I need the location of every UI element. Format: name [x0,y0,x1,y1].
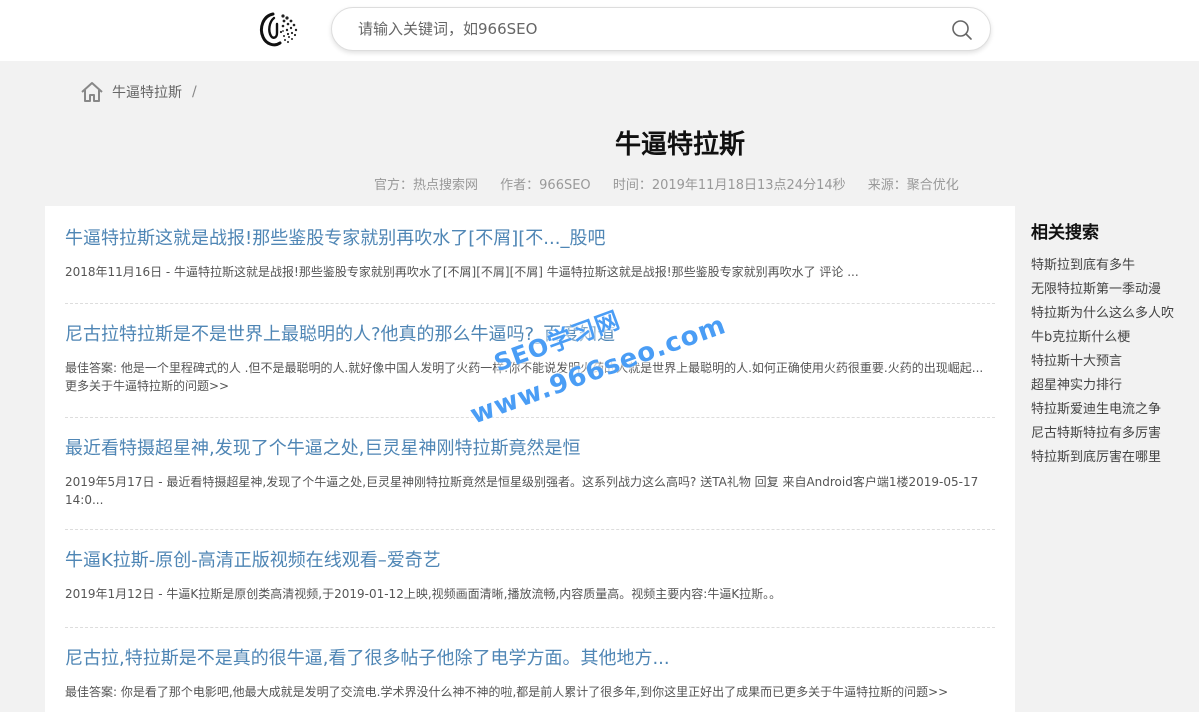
breadcrumb: 牛逼特拉斯 / [80,80,197,104]
article-meta: 官方：热点搜索网 作者：966SEO 时间：2019年11月18日13点24分1… [374,174,977,193]
result-description: 2018年11月16日 - 牛逼特拉斯这就是战报!那些鉴股专家就别再吹水了[不屑… [65,265,859,279]
related-searches-heading: 相关搜索 [1031,223,1099,243]
meta-author: 作者：966SEO [500,178,591,193]
related-search-link[interactable]: 特斯拉到底有多牛 [1031,254,1199,278]
home-icon[interactable] [80,81,104,103]
meta-time: 时间：2019年11月18日13点24分14秒 [612,178,846,193]
related-search-link[interactable]: 特拉斯到底厉害在哪里 [1031,446,1199,470]
breadcrumb-separator: / [192,84,197,100]
search-box [331,7,991,51]
result-title-link[interactable]: 尼古拉特拉斯是不是世界上最聪明的人?他真的那么牛逼吗?_百度知道 [65,320,995,346]
result-item: 最近看特摄超星神,发现了个牛逼之处,巨灵星神刚特拉斯竟然是恒 2019年5月17… [65,434,995,509]
breadcrumb-item[interactable]: 牛逼特拉斯 [112,82,182,102]
result-description: 2019年1月12日 - 牛逼K拉斯是原创类高清视频,于2019-01-12上映… [65,587,782,601]
divider [65,303,995,304]
related-search-link[interactable]: 尼古特斯特拉有多厉害 [1031,422,1199,446]
result-item: 牛逼特拉斯这就是战报!那些鉴股专家就别再吹水了[不屑][不..._股吧 2018… [65,224,995,281]
related-search-link[interactable]: 特拉斯爱迪生电流之争 [1031,398,1199,422]
meta-official: 官方：热点搜索网 [374,178,479,193]
divider [65,417,995,418]
related-search-link[interactable]: 特拉斯十大预言 [1031,350,1199,374]
top-header [0,0,1199,61]
meta-source: 来源：聚合优化 [867,178,959,193]
related-search-link[interactable]: 特拉斯为什么这么多人吹 [1031,302,1199,326]
search-icon[interactable] [950,18,974,42]
result-item: 牛逼K拉斯-原创-高清正版视频在线观看–爱奇艺 2019年1月12日 - 牛逼K… [65,546,995,603]
page-title: 牛逼特拉斯 [614,130,745,160]
site-logo[interactable] [257,6,303,52]
result-item: 尼古拉,特拉斯是不是真的很牛逼,看了很多帖子他除了电学方面。其他地方... 最佳… [65,644,995,701]
related-search-link[interactable]: 无限特拉斯第一季动漫 [1031,278,1199,302]
divider [65,529,995,530]
divider [65,627,995,628]
related-searches: 相关搜索 特斯拉到底有多牛 无限特拉斯第一季动漫 特拉斯为什么这么多人吹 牛b克… [1031,218,1199,470]
result-title-link[interactable]: 最近看特摄超星神,发现了个牛逼之处,巨灵星神刚特拉斯竟然是恒 [65,434,995,460]
results-panel: 牛逼特拉斯这就是战报!那些鉴股专家就别再吹水了[不屑][不..._股吧 2018… [45,206,1015,712]
result-title-link[interactable]: 尼古拉,特拉斯是不是真的很牛逼,看了很多帖子他除了电学方面。其他地方... [65,644,995,670]
result-description: 2019年5月17日 - 最近看特摄超星神,发现了个牛逼之处,巨灵星神刚特拉斯竟… [65,475,979,507]
result-description: 最佳答案: 他是一个里程碑式的人 .但不是最聪明的人.就好像中国人发明了火药一样… [65,361,984,393]
result-item: 尼古拉特拉斯是不是世界上最聪明的人?他真的那么牛逼吗?_百度知道 最佳答案: 他… [65,320,995,395]
result-title-link[interactable]: 牛逼K拉斯-原创-高清正版视频在线观看–爱奇艺 [65,546,995,572]
search-input[interactable] [358,18,918,40]
result-title-link[interactable]: 牛逼特拉斯这就是战报!那些鉴股专家就别再吹水了[不屑][不..._股吧 [65,224,995,250]
result-description: 最佳答案: 你是看了那个电影吧,他最大成就是发明了交流电.学术界没什么神不神的啦… [65,685,949,699]
related-search-link[interactable]: 超星神实力排行 [1031,374,1199,398]
related-search-link[interactable]: 牛b克拉斯什么梗 [1031,326,1199,350]
